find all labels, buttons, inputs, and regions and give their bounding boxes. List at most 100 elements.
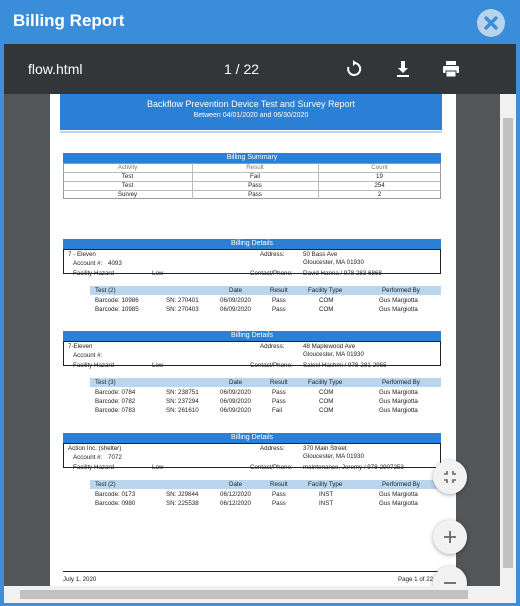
- footer-date: July 1, 2020: [63, 576, 97, 583]
- test-cell: 06/09/2020: [220, 407, 251, 414]
- account-number-label: Account #:: [73, 260, 103, 267]
- test-column-type: Facility Type: [308, 287, 343, 294]
- test-cell: Barcode: 0784: [95, 389, 136, 396]
- test-cell: INST: [319, 491, 334, 498]
- test-column-type: Facility Type: [308, 481, 343, 488]
- test-count: Test (3): [95, 379, 116, 386]
- fit-to-page-icon: [444, 471, 456, 483]
- test-cell: 06/12/2020: [220, 491, 251, 498]
- close-icon: [484, 16, 498, 30]
- address-line1: 50 Bass Ave: [303, 251, 338, 258]
- zoom-out-button[interactable]: [433, 566, 467, 586]
- test-cell: COM: [319, 306, 334, 313]
- print-button[interactable]: [441, 59, 461, 79]
- test-count: Test (2): [95, 481, 116, 488]
- test-cell: COM: [319, 297, 334, 304]
- test-column-by: Performed By: [382, 287, 420, 294]
- modal-header: Billing Report: [0, 0, 520, 44]
- address-line2: Gloucester, MA 01930: [303, 259, 364, 266]
- summary-cell: 19: [376, 173, 383, 180]
- test-cell: SN: 270403: [166, 306, 199, 313]
- summary-col-rule: [192, 163, 193, 199]
- vertical-scroll-thumb[interactable]: [503, 118, 513, 568]
- test-cell: Pass: [272, 306, 286, 313]
- print-icon: [443, 61, 459, 78]
- zoom-in-button[interactable]: [433, 520, 467, 554]
- report-title-band: Backflow Prevention Device Test and Surv…: [60, 94, 442, 130]
- facility-hazard-value: Low: [152, 464, 164, 471]
- rotate-icon: [347, 60, 362, 76]
- test-cell: Barcode: 10985: [95, 306, 139, 313]
- contact-value: David Hanna / 978 283 6868: [303, 270, 382, 277]
- test-column-result: Result: [270, 379, 288, 386]
- test-cell: Fail: [272, 407, 282, 414]
- test-cell: 06/09/2020: [220, 389, 251, 396]
- contact-label: Contact/Phone:: [250, 464, 293, 471]
- test-cell: Pass: [272, 398, 286, 405]
- pdf-filename: flow.html: [28, 61, 83, 77]
- test-cell: COM: [319, 407, 334, 414]
- summary-cell: 2: [377, 191, 382, 198]
- page-indicator: 1 / 22: [224, 61, 260, 77]
- test-cell: Pass: [272, 297, 286, 304]
- test-column-by: Performed By: [382, 379, 420, 386]
- test-cell: Gus Margiotta: [379, 491, 418, 498]
- test-cell: Barcode: 0980: [95, 500, 136, 507]
- test-cell: Gus Margiotta: [379, 389, 418, 396]
- test-cell: 06/12/2020: [220, 500, 251, 507]
- summary-cell: 254: [374, 182, 385, 189]
- billing-details-header: Billing Details: [63, 239, 441, 249]
- summary-cell: Pass: [248, 182, 262, 189]
- facility-hazard-value: Low: [152, 270, 164, 277]
- summary-cell: Test: [121, 173, 134, 180]
- test-cell: Gus Margiotta: [379, 500, 418, 507]
- test-cell: INST: [319, 500, 334, 507]
- modal-title: Billing Report: [13, 11, 125, 30]
- summary-col-rule: [318, 163, 319, 199]
- close-button[interactable]: [477, 9, 505, 37]
- summary-cell: Survey: [117, 191, 138, 198]
- contact-label: Contact/Phone:: [250, 362, 293, 369]
- account-number: 7072: [108, 454, 122, 461]
- contact-label: Contact/Phone:: [250, 270, 293, 277]
- account-number-label: Account #:: [73, 352, 103, 359]
- zoom-in-icon: [444, 531, 456, 543]
- facility-hazard-label: Facility Hazard: [73, 362, 114, 369]
- summary-column-header: Result: [246, 164, 264, 171]
- test-column-date: Date: [229, 379, 243, 386]
- summary-column-header: Activity: [117, 164, 138, 171]
- test-cell: Gus Margiotta: [379, 306, 418, 313]
- summary-cell: Fail: [250, 173, 260, 180]
- address-line2: Gloucester, MA 01930: [303, 351, 364, 358]
- test-column-date: Date: [229, 287, 243, 294]
- test-cell: SN: 237294: [166, 398, 199, 405]
- horizontal-scroll-thumb[interactable]: [20, 590, 468, 599]
- zoom-out-icon: [444, 582, 456, 584]
- test-cell: Gus Margiotta: [379, 297, 418, 304]
- facility-hazard-value: Low: [152, 362, 164, 369]
- test-cell: SN: 270401: [166, 297, 199, 304]
- contact-value: Saleel Hashmi / 978-281-2955: [303, 362, 387, 369]
- page-area[interactable]: Backflow Prevention Device Test and Surv…: [4, 94, 500, 586]
- test-cell: Barcode: 0173: [95, 491, 136, 498]
- address-label: Address:: [260, 251, 285, 258]
- test-column-date: Date: [229, 481, 243, 488]
- test-cell: Barcode: 0783: [95, 407, 136, 414]
- vertical-scrollbar[interactable]: [500, 94, 516, 586]
- facility-hazard-label: Facility Hazard: [73, 270, 114, 277]
- download-button[interactable]: [393, 59, 413, 79]
- rotate-button[interactable]: [344, 59, 364, 79]
- test-column-result: Result: [270, 481, 288, 488]
- test-cell: Pass: [272, 389, 286, 396]
- report-title: Backflow Prevention Device Test and Surv…: [147, 99, 355, 109]
- test-cell: COM: [319, 389, 334, 396]
- test-column-by: Performed By: [382, 481, 420, 488]
- horizontal-scrollbar[interactable]: [4, 586, 516, 603]
- test-cell: Pass: [272, 500, 286, 507]
- test-cell: COM: [319, 398, 334, 405]
- test-cell: Pass: [272, 491, 286, 498]
- fit-to-page-button[interactable]: [433, 460, 467, 494]
- test-cell: Barcode: 10986: [95, 297, 139, 304]
- test-cell: SN: 261610: [166, 407, 199, 414]
- pdf-page: Backflow Prevention Device Test and Surv…: [50, 94, 456, 586]
